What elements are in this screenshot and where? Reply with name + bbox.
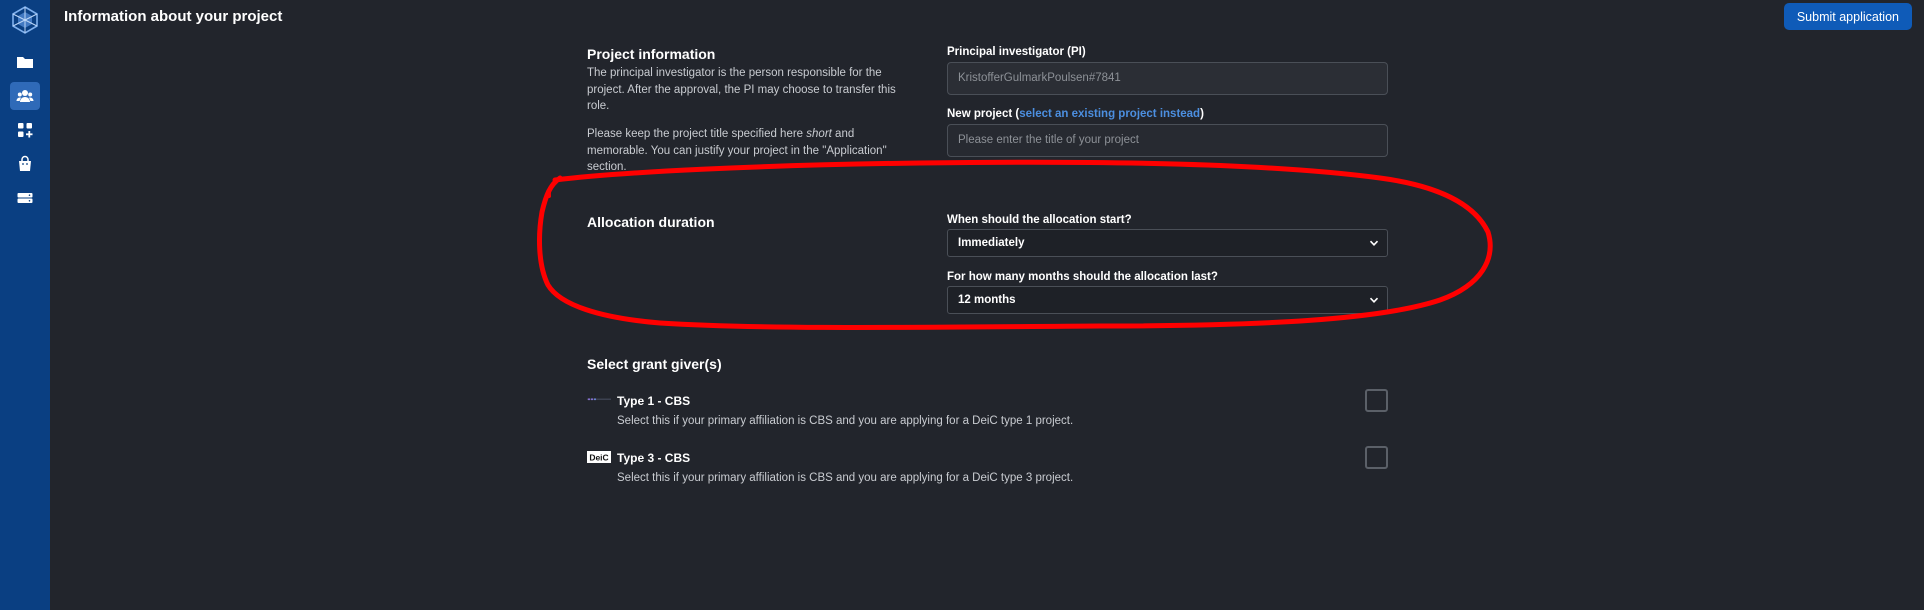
grant-giver-description: Select this if your primary affiliation … [617, 472, 1074, 484]
allocation-months-select[interactable]: 12 months [947, 286, 1388, 314]
page-title: Information about your project [64, 8, 283, 25]
select-existing-project-link[interactable]: select an existing project instead [1019, 108, 1200, 120]
sidebar-item-shop[interactable] [10, 150, 40, 178]
grant-giver-checkbox-type1[interactable] [1365, 389, 1388, 412]
pi-field: KristofferGulmarkPoulsen#7841 [947, 62, 1388, 95]
app-logo-icon[interactable] [11, 6, 39, 34]
project-title-input[interactable]: Please enter the title of your project [947, 124, 1388, 157]
new-project-label: New project (select an existing project … [947, 108, 1204, 120]
grant-giver-title: Type 3 - CBS [617, 451, 691, 465]
allocation-months-label: For how many months should the allocatio… [947, 271, 1218, 283]
allocation-duration-heading: Allocation duration [587, 214, 715, 230]
pi-explanation-text: The principal investigator is the person… [587, 67, 896, 112]
sidebar-item-files[interactable] [10, 48, 40, 76]
drive-icon [17, 193, 33, 203]
users-icon [16, 90, 34, 102]
sidebar-item-resources[interactable] [10, 184, 40, 212]
grant-giver-description: Select this if your primary affiliation … [617, 415, 1074, 427]
allocation-start-label: When should the allocation start? [947, 214, 1132, 226]
sidebar [0, 0, 50, 610]
grant-givers-heading: Select grant giver(s) [587, 356, 722, 372]
apps-icon [18, 123, 33, 138]
allocation-start-value: Immediately [958, 237, 1025, 249]
allocation-months-value: 12 months [958, 294, 1016, 306]
svg-text:DeiC: DeiC [589, 453, 608, 463]
allocation-start-select[interactable]: Immediately [947, 229, 1388, 257]
chevron-down-icon [1369, 297, 1379, 303]
sidebar-item-applications[interactable] [10, 116, 40, 144]
title-explanation-text: Please keep the project title specified … [587, 128, 887, 173]
cbs-logo-icon [587, 398, 611, 401]
deic-logo-icon: DeiC [587, 451, 611, 463]
sidebar-item-projects[interactable] [10, 82, 40, 110]
pi-label: Principal investigator (PI) [947, 46, 1086, 58]
chevron-down-icon [1369, 240, 1379, 246]
project-information-heading: Project information [587, 46, 716, 62]
grant-giver-checkbox-type3[interactable] [1365, 446, 1388, 469]
submit-application-button[interactable]: Submit application [1783, 3, 1912, 30]
grant-giver-title: Type 1 - CBS [617, 394, 691, 408]
shopping-bag-icon [19, 155, 31, 171]
folder-icon [17, 57, 33, 68]
